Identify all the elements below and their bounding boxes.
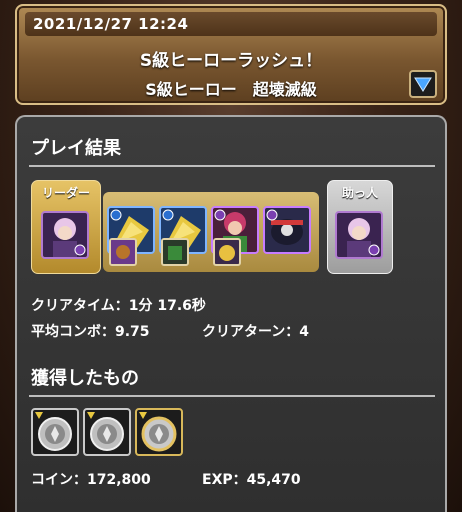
- medal-icon: [87, 412, 124, 451]
- average-combo: 平均コンボ：9.75: [31, 324, 150, 340]
- divider: [29, 165, 435, 167]
- medal-icon: [35, 412, 72, 451]
- gold-medal-reward[interactable]: [135, 408, 183, 456]
- dungeon-floor: S級ヒーロー 超壊滅級: [145, 80, 317, 99]
- expand-button[interactable]: [409, 70, 437, 98]
- helper-label: 助っ人: [341, 186, 378, 200]
- leader-slot: リーダー: [31, 180, 101, 274]
- helper-slot: 助っ人: [327, 180, 393, 274]
- silver-medal-reward[interactable]: [83, 408, 131, 456]
- assist-equip-card[interactable]: [213, 238, 241, 266]
- medal-icon: [139, 412, 177, 452]
- sub-monster-card[interactable]: [263, 206, 311, 254]
- leader-monster-card[interactable]: [41, 211, 89, 259]
- clear-time: クリアタイム：1分 17.6秒: [31, 298, 206, 314]
- play-result-heading: プレイ結果: [31, 138, 121, 159]
- assist-equip-card[interactable]: [109, 238, 137, 266]
- rewards-heading: 獲得したもの: [31, 368, 139, 389]
- exp-earned: EXP：45,470: [202, 472, 301, 488]
- silver-medal-reward[interactable]: [31, 408, 79, 456]
- clear-datetime: 2021/12/27 12:24: [25, 12, 437, 36]
- divider: [29, 395, 435, 397]
- leader-label: リーダー: [41, 186, 90, 200]
- dungeon-header: 2021/12/27 12:24 S級ヒーローラッシュ！ S級ヒーロー 超壊滅級: [15, 4, 447, 105]
- assist-equip-card[interactable]: [161, 238, 189, 266]
- results-panel: プレイ結果 リーダー 助っ人 クリアタイム：1分 17.6秒 平均コンボ：9.7…: [15, 115, 447, 512]
- dungeon-title: S級ヒーローラッシュ！: [139, 51, 323, 71]
- coins-earned: コイン：172,800: [31, 472, 151, 488]
- clear-turns: クリアターン：4: [202, 324, 310, 340]
- triangle-down-icon: [414, 77, 432, 92]
- helper-monster-card[interactable]: [335, 211, 383, 259]
- sub-members: [103, 192, 319, 272]
